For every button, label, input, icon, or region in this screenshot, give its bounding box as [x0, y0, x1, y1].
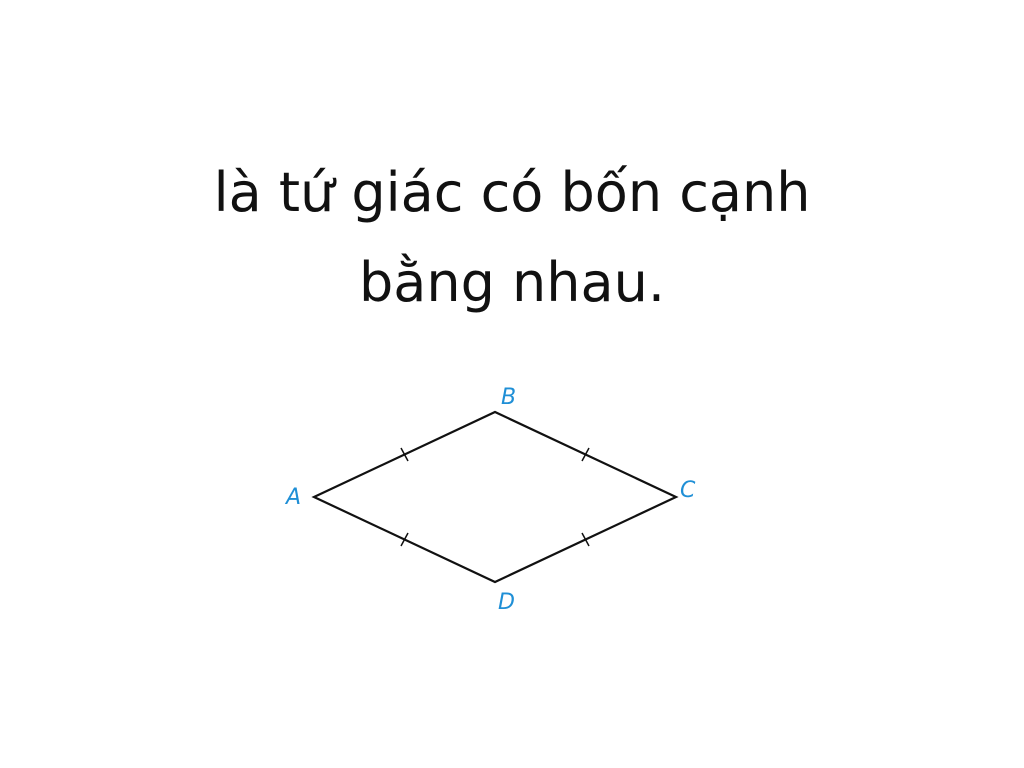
- slide: là tứ giác có bốn cạnh bằng nhau. A B C …: [0, 0, 1024, 768]
- rhombus-figure: A B C D: [284, 385, 696, 615]
- vertex-label-c: C: [680, 478, 696, 503]
- vertex-label-b: B: [501, 385, 516, 410]
- vertex-label-d: D: [498, 590, 515, 615]
- rhombus-abcd: [311, 410, 679, 584]
- vertex-label-a: A: [284, 485, 301, 510]
